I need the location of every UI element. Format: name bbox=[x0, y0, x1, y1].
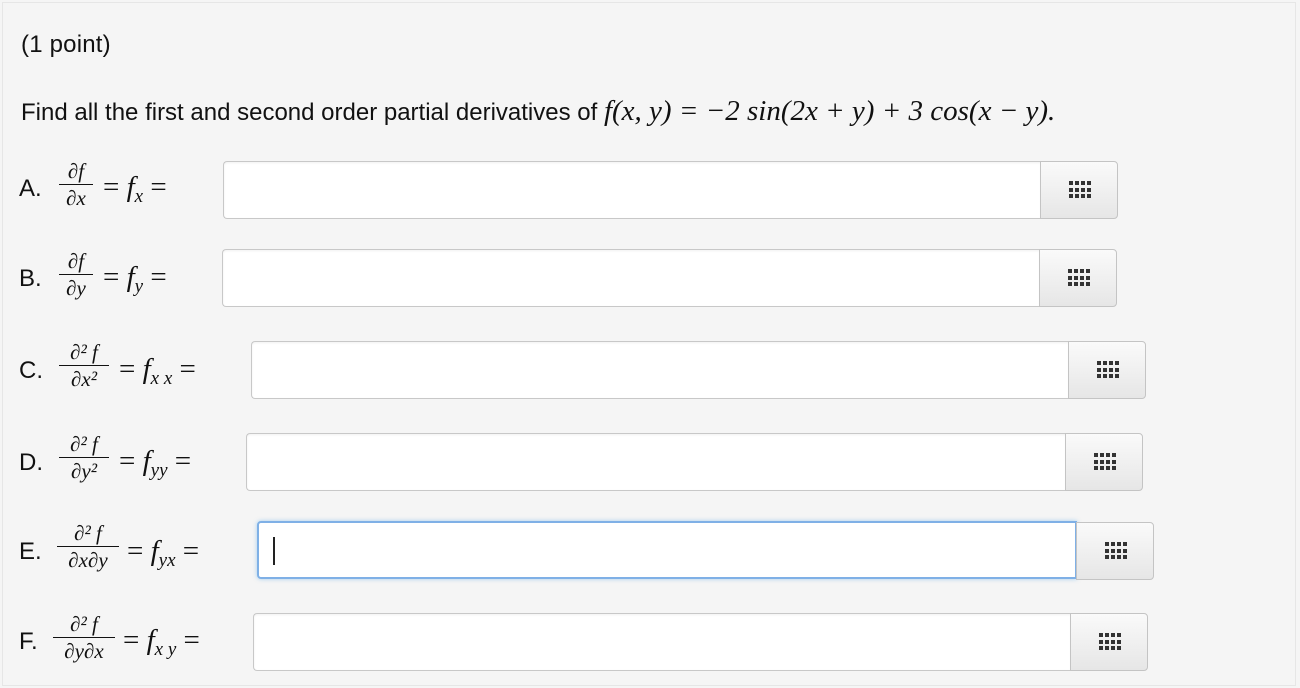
part-f-equation-editor-button[interactable] bbox=[1070, 613, 1148, 671]
grid-icon bbox=[1068, 269, 1092, 287]
part-d-notation: = fyy = bbox=[119, 445, 192, 481]
part-d-equation-editor-button[interactable] bbox=[1065, 433, 1143, 491]
part-c-label: C. bbox=[19, 357, 43, 384]
part-b-numerator: ∂f bbox=[67, 249, 85, 273]
question-text: Find all the first and second order part… bbox=[21, 95, 1055, 128]
part-a-notation: = fx = bbox=[103, 171, 167, 207]
part-e-equation-editor-button[interactable] bbox=[1076, 522, 1154, 580]
points-label: (1 point) bbox=[21, 31, 111, 58]
part-a-equation-editor-button[interactable] bbox=[1040, 161, 1118, 219]
part-a-label: A. bbox=[19, 175, 42, 202]
fraction-bar bbox=[59, 365, 109, 366]
grid-icon bbox=[1097, 361, 1121, 379]
fraction-bar bbox=[59, 184, 93, 185]
grid-icon bbox=[1069, 181, 1093, 199]
part-c-numerator: ∂² f bbox=[70, 340, 98, 364]
part-e-notation: = fyx = bbox=[127, 535, 200, 571]
part-a-answer-input[interactable] bbox=[223, 161, 1041, 219]
part-c-notation: = fx x = bbox=[119, 353, 196, 389]
part-f-label: F. bbox=[19, 628, 38, 655]
part-b-label: B. bbox=[19, 265, 42, 292]
part-e-answer-input[interactable] bbox=[257, 521, 1077, 579]
fraction-bar bbox=[53, 637, 115, 638]
part-a-denominator: ∂x bbox=[66, 186, 86, 210]
grid-icon bbox=[1099, 633, 1123, 651]
part-d-label: D. bbox=[19, 449, 43, 476]
problem-panel: (1 point) Find all the first and second … bbox=[2, 2, 1296, 686]
part-d-numerator: ∂² f bbox=[70, 432, 98, 456]
part-e-label: E. bbox=[19, 538, 42, 565]
part-d-answer-input[interactable] bbox=[246, 433, 1066, 491]
part-e-fraction: ∂² f ∂x∂y bbox=[57, 521, 119, 572]
part-b-fraction: ∂f ∂y bbox=[59, 249, 93, 300]
part-f-numerator: ∂² f bbox=[70, 612, 98, 636]
question-prompt: Find all the first and second order part… bbox=[21, 99, 598, 126]
question-function: f(x, y) = −2 sin(2x + y) + 3 cos(x − y). bbox=[603, 95, 1056, 127]
grid-icon bbox=[1105, 542, 1129, 560]
part-e-numerator: ∂² f bbox=[74, 521, 102, 545]
part-f-notation: = fx y = bbox=[123, 624, 200, 660]
part-e-denominator: ∂x∂y bbox=[68, 548, 108, 572]
part-a-fraction: ∂f ∂x bbox=[59, 159, 93, 210]
part-c-equation-editor-button[interactable] bbox=[1068, 341, 1146, 399]
text-cursor bbox=[273, 537, 275, 565]
part-f-denominator: ∂y∂x bbox=[64, 639, 104, 663]
fraction-bar bbox=[59, 457, 109, 458]
part-c-fraction: ∂² f ∂x² bbox=[59, 340, 109, 391]
part-f-fraction: ∂² f ∂y∂x bbox=[53, 612, 115, 663]
part-f-answer-input[interactable] bbox=[253, 613, 1071, 671]
part-d-fraction: ∂² f ∂y² bbox=[59, 432, 109, 483]
part-b-notation: = fy = bbox=[103, 261, 167, 297]
part-d-denominator: ∂y² bbox=[71, 459, 97, 483]
grid-icon bbox=[1094, 453, 1118, 471]
part-b-denominator: ∂y bbox=[66, 276, 86, 300]
part-c-denominator: ∂x² bbox=[71, 367, 97, 391]
part-b-equation-editor-button[interactable] bbox=[1039, 249, 1117, 307]
part-c-answer-input[interactable] bbox=[251, 341, 1069, 399]
part-a-numerator: ∂f bbox=[67, 159, 85, 183]
fraction-bar bbox=[57, 546, 119, 547]
fraction-bar bbox=[59, 274, 93, 275]
part-b-answer-input[interactable] bbox=[222, 249, 1040, 307]
